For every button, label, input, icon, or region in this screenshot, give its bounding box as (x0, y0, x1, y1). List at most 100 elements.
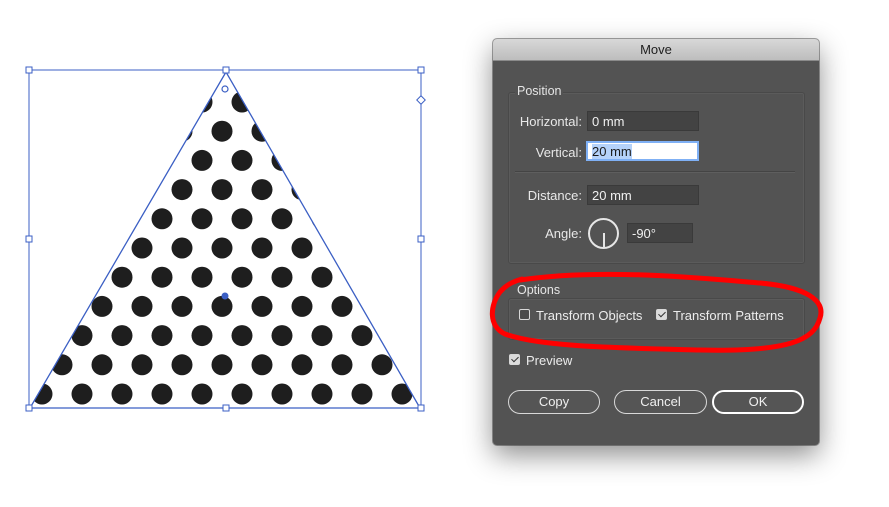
pattern-dot (51, 120, 73, 142)
pattern-dot (292, 413, 313, 434)
pattern-dot (231, 91, 253, 113)
pattern-dot (111, 91, 133, 113)
polka-dot-pattern (0, 91, 473, 434)
position-legend: Position (515, 84, 564, 98)
pattern-dot (71, 149, 93, 171)
pattern-dot (331, 120, 353, 142)
pattern-dot (391, 149, 413, 171)
pattern-dot (211, 295, 233, 317)
dialog-title: Move (640, 42, 672, 57)
pattern-dot (452, 354, 473, 375)
pattern-dot (211, 354, 233, 376)
pattern-dot (271, 325, 293, 347)
pattern-dot (211, 120, 233, 142)
pattern-dot (91, 237, 113, 259)
pattern-dot (452, 238, 473, 259)
transform-patterns-label[interactable]: Transform Patterns (673, 308, 784, 323)
pattern-dot (151, 91, 173, 113)
pattern-dot (351, 208, 373, 230)
pattern-dot (171, 179, 193, 201)
transform-objects-checkbox[interactable] (519, 309, 530, 320)
bounding-box-handle-icon[interactable] (25, 404, 33, 412)
center-point-icon[interactable] (221, 292, 229, 300)
pattern-dot (151, 149, 173, 171)
pattern-dot (391, 91, 413, 113)
pattern-dot (411, 295, 420, 317)
pattern-dot (231, 383, 253, 405)
pattern-dot (31, 91, 53, 113)
pattern-dot (251, 237, 273, 259)
rotate-handle-icon[interactable] (416, 95, 426, 105)
options-legend: Options (515, 283, 563, 297)
copy-button[interactable]: Copy (508, 390, 600, 414)
pattern-dot (332, 413, 353, 434)
pattern-dot (291, 120, 313, 142)
pattern-dot (111, 149, 133, 171)
pattern-dot (0, 267, 13, 288)
pattern-dot (231, 208, 253, 230)
pattern-dot (31, 325, 53, 347)
pattern-dot (51, 295, 73, 317)
pattern-dot (131, 295, 153, 317)
horizontal-field[interactable]: 0 mm (587, 111, 699, 131)
angle-field[interactable]: -90° (627, 223, 693, 243)
vertical-field[interactable]: 20 mm (586, 141, 699, 161)
pattern-dot (171, 295, 193, 317)
pattern-dot (331, 237, 353, 259)
dialog-titlebar[interactable]: Move (493, 39, 819, 61)
pattern-dot (91, 295, 113, 317)
pattern-dot (131, 179, 153, 201)
pattern-dot (151, 208, 173, 230)
bounding-box-handle-icon[interactable] (417, 235, 425, 243)
distance-field[interactable]: 20 mm (587, 185, 699, 205)
preview-label[interactable]: Preview (526, 353, 572, 368)
pattern-dot (291, 295, 313, 317)
pattern-dot (52, 413, 73, 434)
pattern-dot (0, 92, 13, 113)
cancel-button[interactable]: Cancel (614, 390, 707, 414)
pattern-dot (151, 325, 173, 347)
bounding-box-handle-icon[interactable] (417, 66, 425, 74)
pattern-dot (351, 325, 373, 347)
pattern-dot (171, 354, 193, 376)
pattern-dot (432, 92, 453, 113)
pattern-dot (51, 237, 73, 259)
pattern-dot (111, 383, 133, 405)
pattern-dot (371, 295, 393, 317)
pattern-dot (391, 208, 413, 230)
transform-patterns-checkbox[interactable] (656, 309, 667, 320)
pattern-dot (351, 266, 373, 288)
pattern-dot (211, 179, 233, 201)
bounding-box-handle-icon[interactable] (25, 235, 33, 243)
pattern-dot (371, 120, 393, 142)
pattern-dot (311, 149, 333, 171)
preview-checkbox[interactable] (509, 354, 520, 365)
bounding-box-handle-icon[interactable] (417, 404, 425, 412)
bounding-box-handle-icon[interactable] (25, 66, 33, 74)
pattern-dot (191, 91, 213, 113)
pattern-dot (131, 237, 153, 259)
pattern-dot (432, 150, 453, 171)
transform-objects-label[interactable]: Transform Objects (536, 308, 642, 323)
pattern-dot (331, 179, 353, 201)
pattern-dot (331, 295, 353, 317)
pattern-dot (371, 179, 393, 201)
pattern-dot (111, 266, 133, 288)
distance-label: Distance: (527, 188, 582, 203)
pattern-dot (191, 149, 213, 171)
pattern-dot (0, 208, 13, 229)
pattern-dot (251, 295, 273, 317)
ok-button[interactable]: OK (712, 390, 804, 414)
pattern-dot (351, 383, 373, 405)
bounding-box-handle-icon[interactable] (222, 404, 230, 412)
angle-dial-icon[interactable] (588, 218, 619, 249)
pattern-dot (111, 325, 133, 347)
pattern-dot (172, 413, 193, 434)
pattern-dot (432, 208, 453, 229)
anchor-point-icon[interactable] (221, 85, 229, 93)
pattern-dot (31, 149, 53, 171)
move-dialog: Move Position Horizontal: 0 mm Vertical:… (493, 39, 819, 445)
pattern-dot (92, 413, 113, 434)
pattern-dot (31, 266, 53, 288)
bounding-box-handle-icon[interactable] (222, 66, 230, 74)
